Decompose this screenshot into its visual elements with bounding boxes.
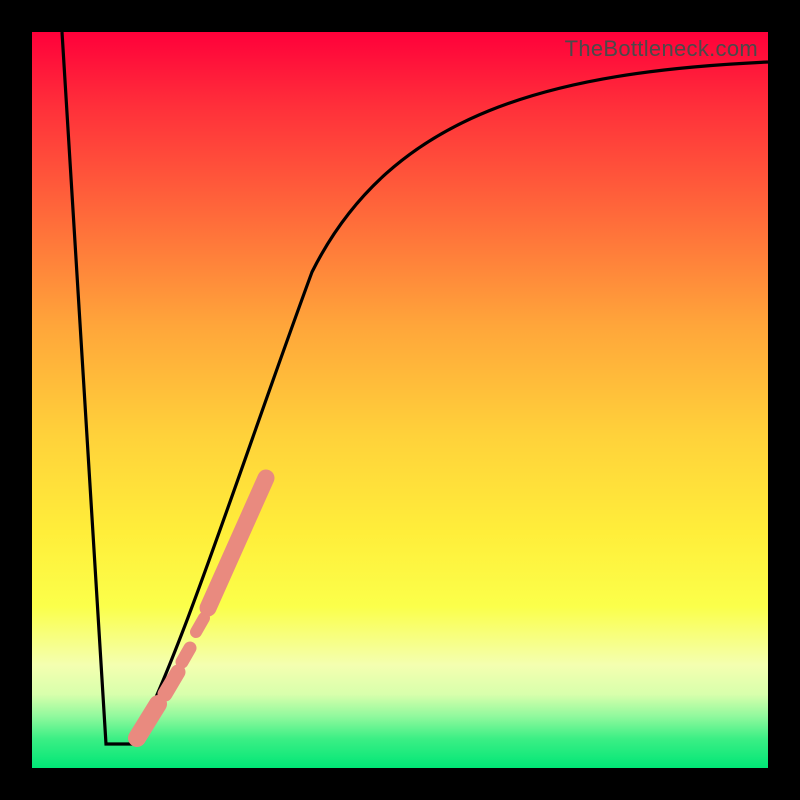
black-curve-right bbox=[134, 62, 768, 744]
black-curve bbox=[62, 32, 768, 744]
salmon-band bbox=[137, 478, 266, 738]
chart-svg bbox=[32, 32, 768, 768]
chart-frame: TheBottleneck.com bbox=[0, 0, 800, 800]
salmon-segment bbox=[182, 648, 190, 662]
salmon-segment bbox=[137, 704, 158, 738]
black-curve-left bbox=[62, 32, 134, 744]
chart-plot-area: TheBottleneck.com bbox=[32, 32, 768, 768]
salmon-segment bbox=[196, 618, 204, 632]
